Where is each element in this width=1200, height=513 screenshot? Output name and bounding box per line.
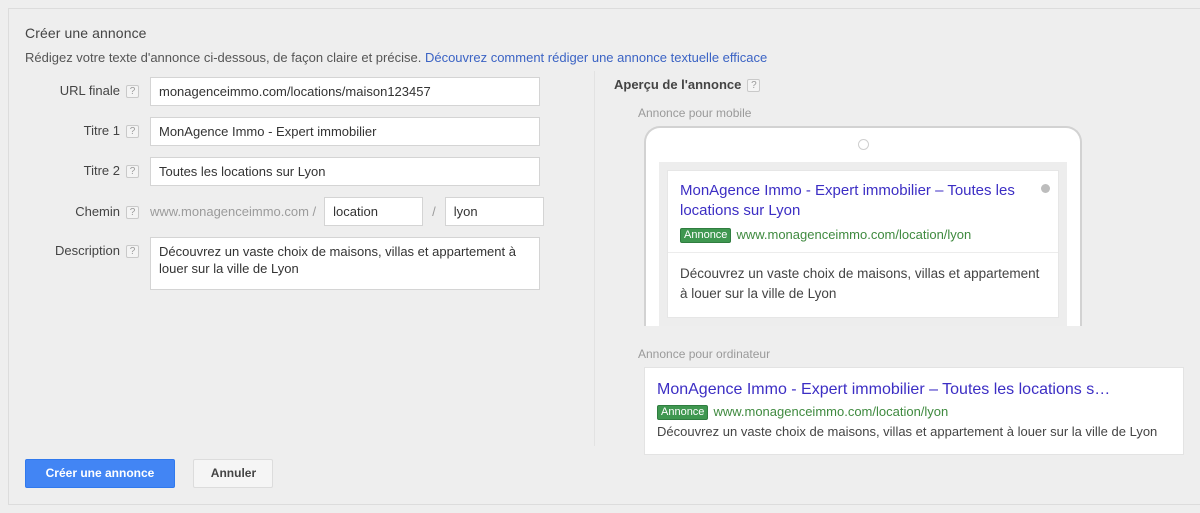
mobile-ad-description: Découvrez un vaste choix de maisons, vil… (680, 266, 1040, 301)
display-path-label: Chemin? (9, 204, 139, 219)
phone-screen: MonAgence Immo - Expert immobilier – Tou… (659, 162, 1067, 326)
ad-creation-page: Créer une annonce Rédigez votre texte d'… (0, 0, 1200, 513)
headline-1-field-wrap (150, 117, 540, 146)
description-row: Description? (9, 237, 594, 295)
headline-2-field-wrap (150, 157, 540, 186)
help-icon[interactable]: ? (126, 165, 139, 178)
page-title: Créer une annonce (25, 25, 147, 41)
display-path-1-input[interactable] (324, 197, 424, 226)
desktop-ad-url: www.monagenceimmo.com/location/lyon (713, 404, 949, 419)
display-path-label-text: Chemin (75, 204, 120, 219)
ad-creation-panel: Créer une annonce Rédigez votre texte d'… (8, 8, 1200, 505)
create-ad-button[interactable]: Créer une annonce (25, 459, 175, 488)
ad-badge: Annonce (680, 228, 732, 243)
mobile-ad-url-line: Annonce www.monagenceimmo.com/location/ly… (680, 227, 1046, 243)
desktop-ad-description: Découvrez un vaste choix de maisons, vil… (657, 424, 1158, 439)
description-label: Description? (9, 237, 139, 258)
final-url-label: URL finale? (9, 77, 139, 98)
final-url-label-text: URL finale (59, 83, 120, 98)
description-field-wrap (150, 237, 540, 295)
page-subtitle: Rédigez votre texte d'annonce ci-dessous… (25, 50, 767, 65)
mobile-ad-url: www.monagenceimmo.com/location/lyon (736, 227, 972, 242)
form-actions: Créer une annonce Annuler (25, 459, 274, 488)
description-input[interactable] (150, 237, 540, 290)
ad-badge: Annonce (657, 405, 709, 420)
display-path-2-input[interactable] (444, 197, 544, 226)
help-icon[interactable]: ? (126, 206, 139, 219)
ad-preview-heading-text: Aperçu de l'annonce (614, 77, 742, 92)
final-url-input[interactable] (150, 77, 540, 106)
desktop-ad-url-line: Annonce www.monagenceimmo.com/location/ly… (657, 404, 1171, 420)
headline-2-label-text: Titre 2 (83, 163, 120, 178)
display-path-row: Chemin? www.monagenceimmo.com / / (9, 197, 594, 226)
mobile-preview-label: Annonce pour mobile (638, 106, 752, 120)
column-divider (594, 71, 595, 446)
subtitle-text: Rédigez votre texte d'annonce ci-dessous… (25, 50, 422, 65)
headline-2-input[interactable] (150, 157, 540, 186)
final-url-row: URL finale? (9, 77, 594, 106)
mobile-ad-title[interactable]: MonAgence Immo - Expert immobilier – Tou… (680, 181, 1046, 221)
help-icon[interactable]: ? (126, 245, 139, 258)
cancel-button[interactable]: Annuler (193, 459, 274, 488)
headline-1-input[interactable] (150, 117, 540, 146)
desktop-ad-card: MonAgence Immo - Expert immobilier – Tou… (644, 367, 1184, 455)
info-icon[interactable] (1041, 184, 1050, 193)
headline-2-label: Titre 2? (9, 157, 139, 178)
help-icon[interactable]: ? (747, 79, 761, 92)
ad-preview-panel: Aperçu de l'annonce? Annonce pour mobile… (614, 77, 1189, 455)
help-icon[interactable]: ? (126, 85, 139, 98)
help-article-link[interactable]: Découvrez comment rédiger une annonce te… (425, 50, 767, 65)
headline-1-row: Titre 1? (9, 117, 594, 146)
final-url-field-wrap (150, 77, 540, 106)
desktop-preview-label: Annonce pour ordinateur (638, 347, 771, 361)
ad-preview-heading: Aperçu de l'annonce? (614, 77, 1189, 92)
mobile-phone-frame: MonAgence Immo - Expert immobilier – Tou… (644, 126, 1082, 326)
mobile-ad-card: MonAgence Immo - Expert immobilier – Tou… (667, 170, 1059, 318)
headline-1-label-text: Titre 1 (83, 123, 120, 138)
headline-1-label: Titre 1? (9, 117, 139, 138)
display-path-separator: / (432, 204, 436, 219)
phone-camera-icon (857, 139, 869, 150)
headline-2-row: Titre 2? (9, 157, 594, 186)
mobile-ad-header: MonAgence Immo - Expert immobilier – Tou… (668, 171, 1058, 253)
display-path-domain: www.monagenceimmo.com / (150, 204, 317, 219)
desktop-preview-section: Annonce pour ordinateur MonAgence Immo -… (614, 347, 1189, 455)
help-icon[interactable]: ? (126, 125, 139, 138)
display-path-fields: www.monagenceimmo.com / / (150, 197, 544, 226)
ad-form: URL finale? Titre 1? Titre 2? (9, 77, 594, 306)
desktop-ad-title[interactable]: MonAgence Immo - Expert immobilier – Tou… (657, 379, 1171, 400)
description-label-text: Description (54, 243, 120, 258)
